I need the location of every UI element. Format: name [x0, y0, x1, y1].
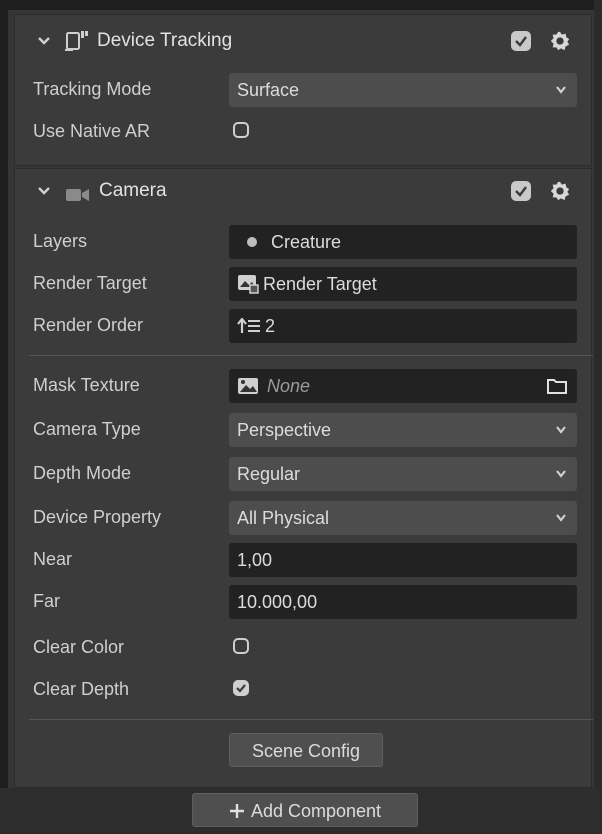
near-row: Near 1,00 [15, 541, 591, 579]
left-border [0, 0, 8, 834]
camera-title: Camera [99, 180, 167, 201]
near-input[interactable]: 1,00 [229, 543, 577, 577]
chevron-down-icon [556, 470, 566, 478]
camera-type-label: Camera Type [33, 419, 141, 439]
tracking-mode-label: Tracking Mode [33, 79, 152, 99]
far-label: Far [33, 591, 60, 611]
render-target-value: Render Target [263, 274, 377, 294]
top-border [0, 0, 602, 10]
render-target-field[interactable]: Render Target [229, 267, 577, 301]
checkmark-icon [515, 186, 527, 197]
footer-bar: Add Component [0, 788, 602, 834]
checkmark-icon [515, 36, 527, 47]
far-value: 10.000,00 [237, 592, 318, 612]
gear-icon[interactable] [549, 180, 571, 202]
tracking-mode-value: Surface [237, 80, 300, 100]
camera-type-dropdown[interactable]: Perspective [229, 413, 577, 447]
mask-texture-value: None [267, 376, 311, 396]
device-property-label: Device Property [33, 507, 162, 527]
device-tracking-title: Device Tracking [97, 30, 233, 51]
mask-texture-row: Mask Texture None [15, 367, 591, 405]
right-border [594, 0, 602, 834]
layers-label: Layers [33, 231, 88, 251]
near-label: Near [33, 549, 73, 569]
use-native-ar-row: Use Native AR [15, 113, 591, 151]
far-input[interactable]: 10.000,00 [229, 585, 577, 619]
camera-component: Camera Layers Creature Render Target Ren… [14, 168, 593, 788]
tracking-mode-row: Tracking Mode Surface [15, 71, 591, 109]
render-order-field[interactable]: 2 [229, 309, 577, 343]
tracking-mode-dropdown[interactable]: Surface [229, 73, 577, 107]
render-order-row: Render Order 2 [15, 307, 591, 345]
scene-config-label: Scene Config [251, 741, 361, 761]
gear-icon[interactable] [549, 30, 571, 52]
chevron-down-icon [556, 426, 566, 434]
plus-icon [229, 804, 244, 818]
chevron-down-icon[interactable] [37, 34, 51, 48]
depth-mode-value: Regular [237, 464, 301, 484]
device-property-value: All Physical [237, 508, 330, 528]
folder-icon[interactable] [547, 378, 567, 394]
render-order-label: Render Order [33, 315, 144, 335]
clear-depth-checkbox[interactable] [233, 680, 249, 696]
image-icon [238, 378, 258, 394]
depth-mode-label: Depth Mode [33, 463, 132, 483]
camera-enabled-checkbox[interactable] [511, 181, 531, 201]
add-component-label: Add Component [250, 801, 382, 821]
camera-icon [66, 189, 89, 201]
device-tracking-enabled-checkbox[interactable] [511, 31, 531, 51]
divider [29, 719, 593, 720]
chevron-down-icon[interactable] [37, 184, 51, 198]
clear-color-checkbox[interactable] [233, 638, 249, 654]
render-target-label: Render Target [33, 273, 147, 293]
layer-dot-icon [247, 237, 257, 247]
camera-type-row: Camera Type Perspective [15, 411, 591, 449]
clear-depth-row: Clear Depth [15, 671, 591, 709]
camera-header[interactable]: Camera [15, 169, 591, 213]
device-property-dropdown[interactable]: All Physical [229, 501, 577, 535]
add-component-button[interactable]: Add Component [192, 793, 418, 827]
clear-color-row: Clear Color [15, 629, 591, 667]
use-native-ar-label: Use Native AR [33, 121, 151, 141]
use-native-ar-checkbox[interactable] [233, 122, 249, 138]
device-tracking-icon [65, 31, 88, 51]
mask-texture-label: Mask Texture [33, 375, 140, 395]
depth-mode-dropdown[interactable]: Regular [229, 457, 577, 491]
render-target-row: Render Target Render Target [15, 265, 591, 303]
device-tracking-component: Device Tracking Tracking Mode Surface Us [14, 14, 592, 166]
chevron-down-icon [556, 514, 566, 522]
checkmark-icon [236, 684, 246, 693]
inspector-panel: Device Tracking Tracking Mode Surface Us [0, 0, 602, 834]
depth-mode-row: Depth Mode Regular [15, 455, 591, 493]
clear-color-label: Clear Color [33, 637, 125, 657]
render-order-value: 2 [265, 316, 276, 336]
layers-value: Creature [271, 232, 342, 252]
clear-depth-label: Clear Depth [33, 679, 130, 699]
layers-row: Layers Creature [15, 223, 591, 261]
near-value: 1,00 [237, 550, 273, 570]
far-row: Far 10.000,00 [15, 583, 591, 621]
device-property-row: Device Property All Physical [15, 499, 591, 537]
camera-type-value: Perspective [237, 420, 332, 440]
layers-field[interactable]: Creature [229, 225, 577, 259]
divider [29, 355, 593, 356]
mask-texture-field[interactable]: None [229, 369, 577, 403]
sort-order-icon [237, 318, 260, 333]
device-tracking-header[interactable]: Device Tracking [15, 19, 591, 63]
render-target-icon [238, 275, 259, 294]
chevron-down-icon [556, 86, 566, 94]
scene-config-button[interactable]: Scene Config [229, 733, 383, 767]
